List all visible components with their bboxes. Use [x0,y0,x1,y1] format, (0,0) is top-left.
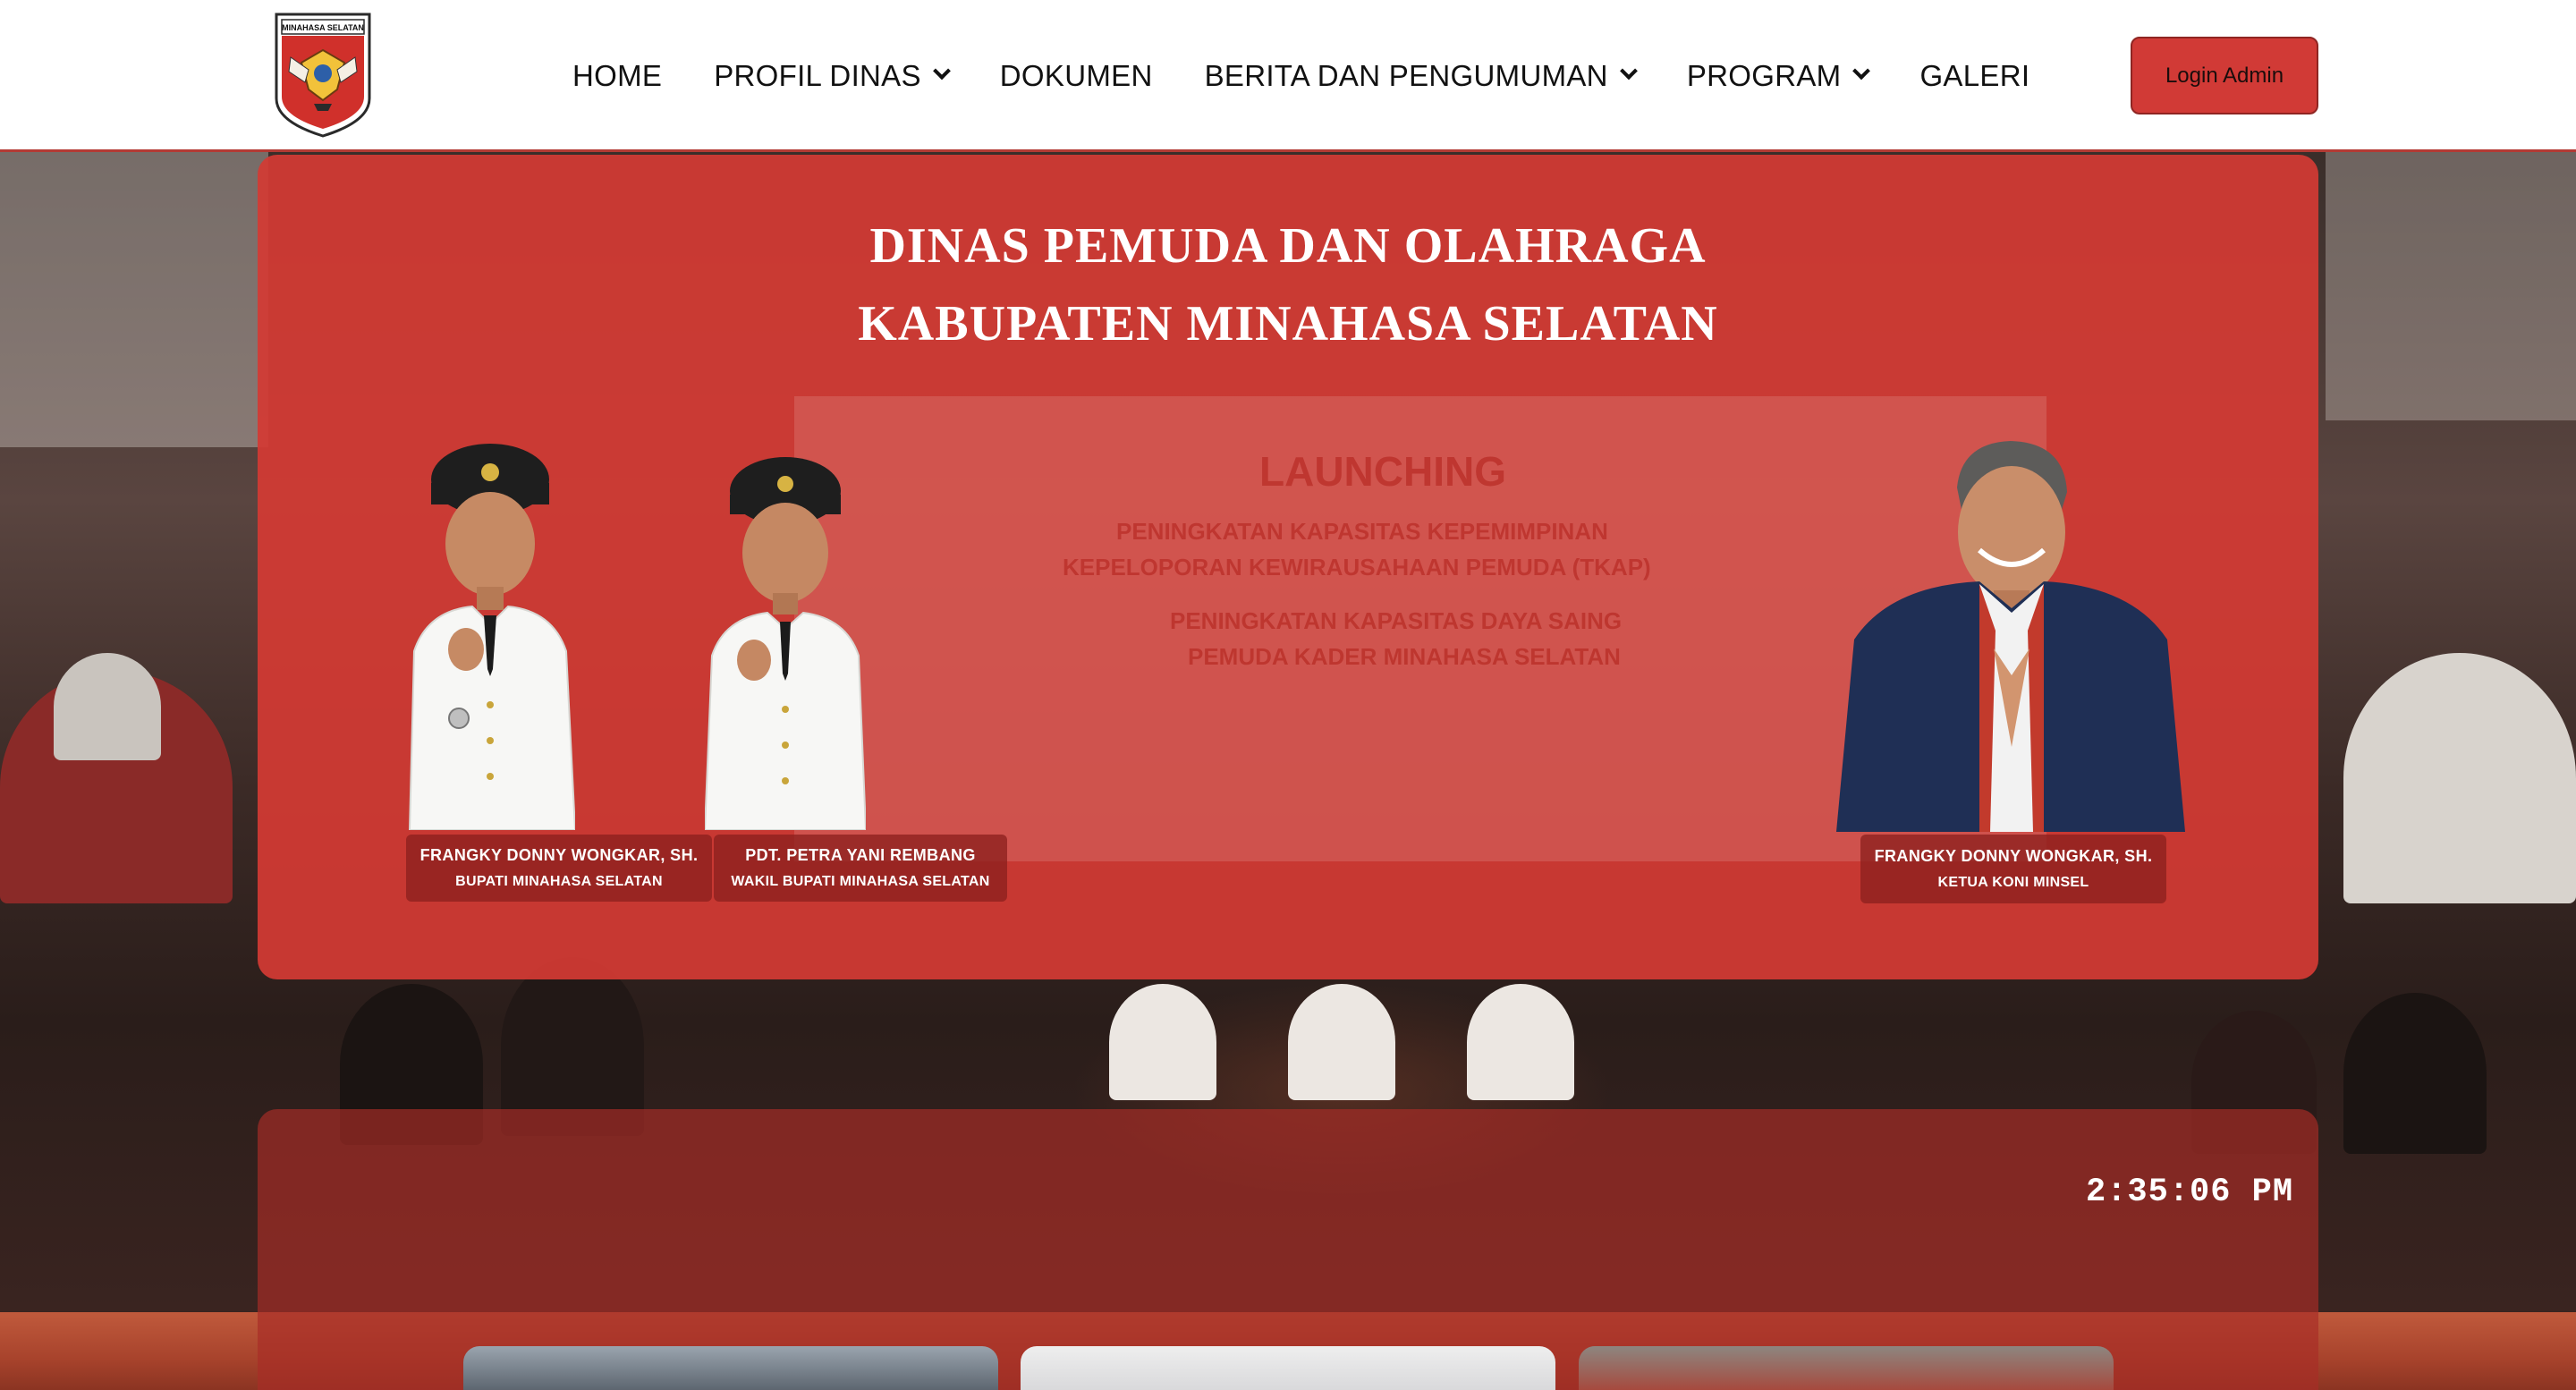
portrait-bupati [408,444,575,830]
logo-text: MINAHASA SELATAN [282,23,364,32]
banner-line-2: PENINGKATAN KAPASITAS KEPEMIMPINAN [1116,518,1608,545]
chevron-down-icon [1852,62,1871,81]
nav-profil-dinas[interactable]: PROFIL DINAS [714,0,951,152]
nav-dokumen-label: DOKUMEN [999,59,1153,92]
banner-line-1: LAUNCHING [1259,448,1506,495]
official-name: FRANGKY DONNY WONGKAR, SH. [419,846,699,864]
nav-galeri-label: GALERI [1919,59,2030,92]
nav-home-label: HOME [572,59,663,92]
caption-wakil-bupati: PDT. PETRA YANI REMBANG WAKIL BUPATI MIN… [714,835,1007,902]
live-clock: 2:35:06 PM [2086,1174,2294,1211]
news-thumbnail[interactable] [1579,1346,2114,1390]
banner-line-5: PEMUDA KADER MINAHASA SELATAN [1188,643,1621,670]
regency-crest-icon: MINAHASA SELATAN [275,13,371,138]
nav-berita-label: BERITA DAN PENGUMUMAN [1204,59,1608,92]
nav-home[interactable]: HOME [572,0,662,152]
chevron-down-icon [932,62,951,81]
nav-program-label: PROGRAM [1686,59,1842,92]
hero-title-line-1: DINAS PEMUDA DAN OLAHRAGA [869,218,1707,274]
official-role: BUPATI MINAHASA SELATAN [455,874,663,889]
banner-line-4: PENINGKATAN KAPASITAS DAYA SAING [1170,607,1622,634]
caption-bupati: FRANGKY DONNY WONGKAR, SH. BUPATI MINAHA… [406,835,712,902]
nav-program[interactable]: PROGRAM [1686,0,1871,152]
top-navbar: MINAHASA SELATAN HOME PROFIL DINAS DOKUM… [0,0,2576,152]
nav-berita-dan-pengumuman[interactable]: BERITA DAN PENGUMUMAN [1204,0,1638,152]
banner-line-3: KEPELOPORAN KEWIRAUSAHAAN PEMUDA (TKAP) [1063,554,1651,581]
portrait-ketua-koni [1836,441,2185,832]
nav-galeri[interactable]: GALERI [1919,0,2029,152]
official-role: KETUA KONI MINSEL [1937,875,2089,890]
hero-title-line-2: KABUPATEN MINAHASA SELATAN [858,296,1718,352]
portrait-wakil-bupati [705,457,866,830]
chevron-down-icon [1619,62,1638,81]
nav-dokumen[interactable]: DOKUMEN [1000,0,1153,152]
official-role: WAKIL BUPATI MINAHASA SELATAN [731,874,990,889]
official-name: FRANGKY DONNY WONGKAR, SH. [1874,847,2153,865]
news-thumbnail[interactable] [463,1346,998,1390]
hero-card: LAUNCHING PENINGKATAN KAPASITAS KEPEMIMP… [258,155,2318,979]
minahasa-selatan-logo[interactable]: MINAHASA SELATAN [273,11,373,140]
login-admin-button[interactable]: Login Admin [2131,37,2318,114]
official-name: PDT. PETRA YANI REMBANG [745,846,976,864]
news-thumbnail[interactable] [1021,1346,1555,1390]
nav-profil-dinas-label: PROFIL DINAS [714,59,921,92]
caption-ketua-koni: FRANGKY DONNY WONGKAR, SH. KETUA KONI MI… [1860,835,2166,903]
main-navigation: HOME PROFIL DINAS DOKUMEN BERITA DAN PEN… [572,0,2081,152]
